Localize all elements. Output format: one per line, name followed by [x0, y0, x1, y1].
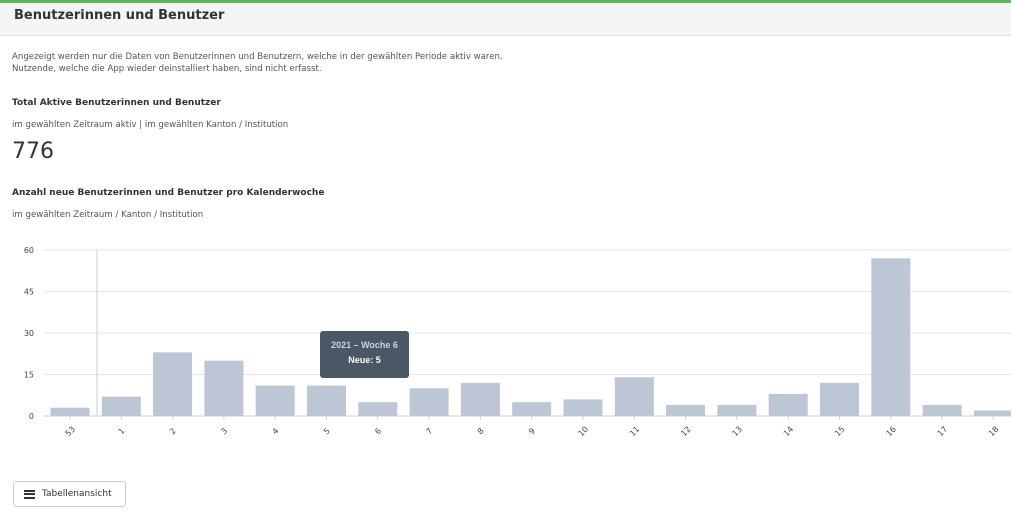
y-tick-label: 0 — [29, 412, 34, 421]
x-tick-label: 6 — [373, 426, 383, 436]
x-tick-label: 3 — [219, 426, 229, 436]
x-tick-label: 15 — [833, 425, 847, 439]
y-tick-label: 45 — [24, 288, 34, 297]
x-tick-label: 7 — [424, 426, 434, 436]
x-tick-label: 13 — [730, 425, 744, 439]
bar — [307, 385, 346, 416]
intro-line-2: Nutzende, welche die App wieder deinstal… — [12, 64, 322, 74]
x-tick-label: 12 — [679, 425, 693, 439]
chart-tooltip: 2021 – Woche 6 Neue: 5 — [320, 331, 409, 378]
chart-subtitle: im gewählten Zeitraum / Kanton / Institu… — [12, 210, 204, 220]
x-tick-label: 5 — [322, 426, 332, 436]
bar — [871, 258, 911, 416]
x-tick-label: 4 — [271, 426, 281, 436]
intro-text: Angezeigt werden nur die Daten von Benut… — [12, 51, 503, 75]
table-view-button[interactable]: Tabellenansicht — [13, 481, 126, 507]
bar — [717, 404, 757, 416]
x-tick-label: 11 — [628, 425, 642, 439]
bar — [255, 385, 295, 416]
weekly-new-users-chart: 01530456053 1 2 3 4 5 6 7 8 9 10 11 12 13 14 15 16 17 18 — [24, 246, 1011, 439]
bar — [460, 382, 500, 416]
x-tick-label: 8 — [476, 426, 486, 436]
bar — [101, 396, 141, 416]
bar — [922, 404, 962, 416]
bar — [768, 393, 808, 416]
intro-line-1: Angezeigt werden nur die Daten von Benut… — [12, 52, 503, 62]
bar — [973, 410, 1011, 416]
bar — [50, 407, 90, 416]
x-tick-label: 18 — [987, 425, 1001, 439]
x-tick-label: 14 — [782, 425, 796, 439]
total-active-value: 776 — [12, 139, 54, 164]
panel-header: Benutzerinnen und Benutzer — [0, 3, 1011, 36]
tooltip-value: Neue: 5 — [348, 355, 381, 365]
panel-title: Benutzerinnen und Benutzer — [14, 8, 225, 23]
x-tick-label: 2 — [168, 426, 178, 436]
bar — [358, 402, 398, 416]
list-icon — [24, 489, 35, 499]
x-tick-label: 16 — [884, 425, 898, 439]
bar — [512, 402, 552, 416]
bar — [409, 388, 449, 416]
x-tick-label: 9 — [527, 426, 537, 436]
y-tick-label: 30 — [24, 329, 34, 338]
x-tick-label: 1 — [117, 426, 127, 436]
y-tick-label: 60 — [24, 246, 34, 255]
x-tick-label: 10 — [577, 425, 591, 439]
chart-title: Anzahl neue Benutzerinnen und Benutzer p… — [12, 188, 325, 198]
total-active-title: Total Aktive Benutzerinnen und Benutzer — [12, 98, 221, 108]
bar — [614, 377, 654, 416]
bar — [153, 352, 193, 416]
tooltip-title: 2021 – Woche 6 — [331, 340, 398, 350]
bar — [563, 399, 603, 416]
x-tick-label: 17 — [936, 425, 950, 439]
total-active-subtitle: im gewählten Zeitraum aktiv | im gewählt… — [12, 120, 289, 130]
bar — [204, 360, 244, 416]
table-view-label: Tabellenansicht — [42, 489, 112, 499]
x-tick-label: 53 — [64, 425, 78, 439]
y-tick-label: 15 — [24, 371, 34, 380]
bar — [820, 382, 859, 416]
bar — [666, 404, 706, 416]
